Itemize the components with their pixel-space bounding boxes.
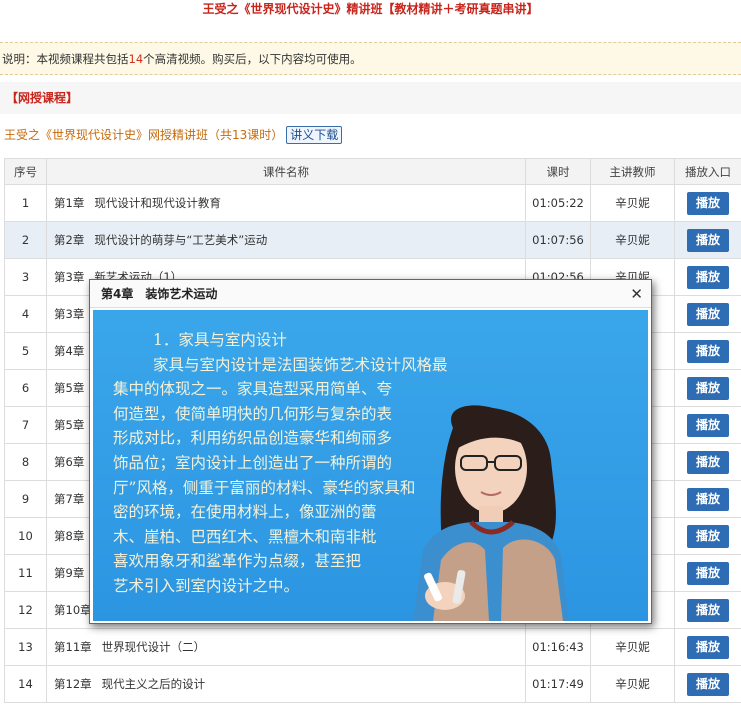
header-index: 序号: [4, 158, 47, 185]
table-header-row: 序号 课件名称 课时 主讲教师 播放入口: [4, 158, 741, 185]
chapter-number: 第12章: [54, 677, 92, 691]
course-package-title: 王受之《世界现代设计史》精讲班【教材精讲＋考研真题串讲】: [202, 2, 539, 16]
dialog-title: 第4章 装饰艺术运动: [101, 287, 218, 301]
row-index: 10: [4, 517, 47, 555]
row-index: 5: [4, 332, 47, 370]
chapter-number: 第11章: [54, 640, 92, 654]
play-cell: 播放: [674, 554, 741, 592]
play-button[interactable]: 播放: [687, 524, 729, 548]
dialog-header: 第4章 装饰艺术运动 ✕: [90, 280, 651, 308]
play-button[interactable]: 播放: [687, 339, 729, 363]
course-title: 王受之《世界现代设计史》网授精讲班（共13课时）: [4, 128, 284, 142]
notice-bar: 说明：本视频课程共包括14个高清视频。购买后，以下内容均可使用。: [0, 42, 741, 75]
table-row: 13 第11章 世界现代设计（二） 01:16:43 辛贝妮 播放: [4, 628, 741, 666]
row-index: 12: [4, 591, 47, 629]
play-button[interactable]: 播放: [687, 413, 729, 437]
chapter-number: 第4章: [54, 344, 85, 358]
play-button[interactable]: 播放: [687, 302, 729, 326]
handout-download-button[interactable]: 讲义下载: [286, 126, 343, 144]
row-index: 8: [4, 443, 47, 481]
row-index: 3: [4, 258, 47, 296]
row-index: 14: [4, 665, 47, 703]
header-teacher: 主讲教师: [590, 158, 675, 185]
play-button[interactable]: 播放: [687, 450, 729, 474]
play-button[interactable]: 播放: [687, 265, 729, 289]
row-index: 11: [4, 554, 47, 592]
header-duration: 课时: [525, 158, 591, 185]
play-button[interactable]: 播放: [687, 598, 729, 622]
lesson-title: 现代主义之后的设计: [101, 677, 206, 691]
page-header: 王受之《世界现代设计史》精讲班【教材精讲＋考研真题串讲】: [0, 0, 741, 27]
chapter-number: 第10章: [54, 603, 92, 617]
play-cell: 播放: [674, 517, 741, 555]
row-index: 7: [4, 406, 47, 444]
table-row: 2 第2章 现代设计的萌芽与“工艺美术”运动 01:07:56 辛贝妮 播放: [4, 221, 741, 259]
section-heading: 【网授课程】: [0, 82, 741, 114]
row-index: 9: [4, 480, 47, 518]
video-frame[interactable]: 1．家具与室内设计 家具与室内设计是法国装饰艺术设计风格最 集中的体现之一。家具造型…: [93, 310, 648, 621]
notice-suffix: 个高清视频。购买后，以下内容均可使用。: [143, 52, 362, 66]
chapter-number: 第3章: [54, 307, 85, 321]
lesson-duration: 01:07:56: [525, 221, 591, 259]
play-cell: 播放: [674, 295, 741, 333]
play-cell: 播放: [674, 406, 741, 444]
notice-prefix: 说明：本视频课程共包括: [2, 52, 129, 66]
course-title-row: 王受之《世界现代设计史》网授精讲班（共13课时） 讲义下载: [4, 125, 343, 145]
play-button[interactable]: 播放: [687, 191, 729, 215]
lesson-teacher: 辛贝妮: [590, 628, 675, 666]
lesson-duration: 01:05:22: [525, 184, 591, 222]
lesson-teacher: 辛贝妮: [590, 221, 675, 259]
lesson-name[interactable]: 第2章 现代设计的萌芽与“工艺美术”运动: [46, 221, 526, 259]
play-cell: 播放: [674, 480, 741, 518]
close-icon[interactable]: ✕: [630, 280, 643, 308]
chapter-number: 第7章: [54, 492, 85, 506]
row-index: 4: [4, 295, 47, 333]
play-button[interactable]: 播放: [687, 635, 729, 659]
lesson-teacher: 辛贝妮: [590, 665, 675, 703]
play-cell: 播放: [674, 258, 741, 296]
play-button[interactable]: 播放: [687, 672, 729, 696]
chapter-number: 第5章: [54, 418, 85, 432]
play-button[interactable]: 播放: [687, 376, 729, 400]
play-cell: 播放: [674, 369, 741, 407]
play-button[interactable]: 播放: [687, 561, 729, 585]
chapter-number: 第3章: [54, 270, 85, 284]
row-index: 2: [4, 221, 47, 259]
table-row: 14 第12章 现代主义之后的设计 01:17:49 辛贝妮 播放: [4, 665, 741, 703]
table-row: 1 第1章 现代设计和现代设计教育 01:05:22 辛贝妮 播放: [4, 184, 741, 222]
row-index: 6: [4, 369, 47, 407]
play-cell: 播放: [674, 443, 741, 481]
chapter-number: 第5章: [54, 381, 85, 395]
chapter-number: 第9章: [54, 566, 85, 580]
play-cell: 播放: [674, 221, 741, 259]
play-button[interactable]: 播放: [687, 487, 729, 511]
play-cell: 播放: [674, 332, 741, 370]
lesson-duration: 01:17:49: [525, 665, 591, 703]
lesson-name[interactable]: 第11章 世界现代设计（二）: [46, 628, 526, 666]
lesson-title: 现代设计和现代设计教育: [94, 196, 221, 210]
lesson-title: 现代设计的萌芽与“工艺美术”运动: [94, 233, 268, 247]
lesson-teacher: 辛贝妮: [590, 184, 675, 222]
play-cell: 播放: [674, 628, 741, 666]
chapter-number: 第2章: [54, 233, 85, 247]
header-name: 课件名称: [46, 158, 526, 185]
lesson-name[interactable]: 第1章 现代设计和现代设计教育: [46, 184, 526, 222]
row-index: 1: [4, 184, 47, 222]
header-play: 播放入口: [674, 158, 741, 185]
play-cell: 播放: [674, 665, 741, 703]
play-cell: 播放: [674, 184, 741, 222]
lesson-duration: 01:16:43: [525, 628, 591, 666]
video-player-dialog[interactable]: 第4章 装饰艺术运动 ✕ 1．家具与室内设计 家具与室内设计是法国装饰艺术设计风格…: [89, 279, 652, 624]
lecturer-figure: [413, 405, 569, 621]
lesson-name[interactable]: 第12章 现代主义之后的设计: [46, 665, 526, 703]
lesson-title: 世界现代设计（二）: [101, 640, 206, 654]
chapter-number: 第6章: [54, 455, 85, 469]
video-count: 14: [128, 52, 144, 66]
play-button[interactable]: 播放: [687, 228, 729, 252]
row-index: 13: [4, 628, 47, 666]
section-label: 【网授课程】: [6, 91, 79, 105]
chapter-number: 第1章: [54, 196, 85, 210]
chapter-number: 第8章: [54, 529, 85, 543]
play-cell: 播放: [674, 591, 741, 629]
